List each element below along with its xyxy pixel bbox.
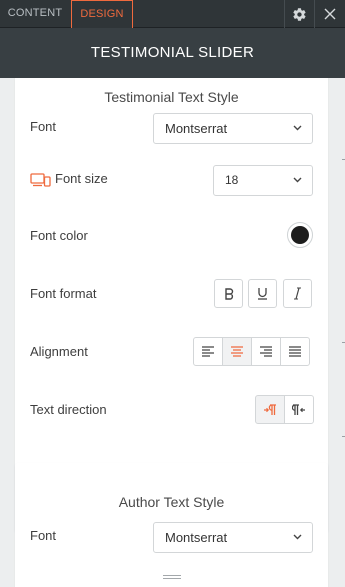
alignment-label: Alignment xyxy=(30,344,88,359)
panel-title: TESTIMONIAL SLIDER xyxy=(0,28,345,78)
font-size-value: 18 xyxy=(225,173,239,187)
font-size-label: Font size xyxy=(55,171,108,186)
text-direction-rtl-button[interactable] xyxy=(284,395,314,424)
text-direction-ltr-button[interactable] xyxy=(255,395,285,424)
font-color-picker[interactable] xyxy=(287,222,313,248)
chevron-down-icon xyxy=(293,125,302,131)
font-label: Font xyxy=(30,119,57,134)
author-font-label: Font xyxy=(30,528,57,543)
font-format-label: Font format xyxy=(30,286,97,301)
gear-icon xyxy=(292,7,306,21)
responsive-devices-icon[interactable] xyxy=(30,173,51,187)
close-icon xyxy=(324,8,336,20)
author-font-select-value: Montserrat xyxy=(165,530,228,545)
align-right-button[interactable] xyxy=(251,337,281,366)
text-direction-rtl-icon xyxy=(292,403,305,415)
alignment-group xyxy=(193,337,310,366)
font-select-value: Montserrat xyxy=(165,121,228,136)
font-color-swatch xyxy=(291,226,309,244)
underline-button[interactable] xyxy=(248,279,277,308)
tab-design[interactable]: DESIGN xyxy=(71,0,133,28)
chevron-down-icon xyxy=(293,534,302,540)
font-select[interactable]: Montserrat xyxy=(153,113,313,144)
align-justify-button[interactable] xyxy=(280,337,310,366)
font-size-select[interactable]: 18 xyxy=(213,165,313,196)
chevron-down-icon xyxy=(293,177,302,183)
text-direction-group xyxy=(255,395,314,424)
align-justify-icon xyxy=(289,346,301,357)
settings-panel: Testimonial Text Style Font Montserrat F… xyxy=(0,78,345,587)
align-right-icon xyxy=(260,346,272,357)
align-left-icon xyxy=(202,346,214,357)
font-color-label: Font color xyxy=(30,228,88,243)
italic-icon xyxy=(294,287,301,300)
align-center-button[interactable] xyxy=(222,337,252,366)
author-text-style-card: Author Text Style Font Montserrat xyxy=(15,463,328,587)
align-left-button[interactable] xyxy=(193,337,223,366)
bold-icon xyxy=(224,287,233,300)
bold-button[interactable] xyxy=(214,279,243,308)
close-button[interactable] xyxy=(314,0,345,28)
align-center-icon xyxy=(231,346,243,357)
tab-content[interactable]: CONTENT xyxy=(0,0,70,28)
italic-button[interactable] xyxy=(283,279,312,308)
settings-button[interactable] xyxy=(284,0,313,28)
resize-handle-icon[interactable] xyxy=(162,574,182,580)
author-font-select[interactable]: Montserrat xyxy=(153,522,313,553)
underline-icon xyxy=(258,288,267,300)
section-title: Testimonial Text Style xyxy=(104,89,239,105)
tab-bar: CONTENT DESIGN xyxy=(0,0,345,28)
section-title: Author Text Style xyxy=(118,494,225,510)
text-direction-label: Text direction xyxy=(30,402,107,417)
text-direction-ltr-icon xyxy=(264,403,276,415)
